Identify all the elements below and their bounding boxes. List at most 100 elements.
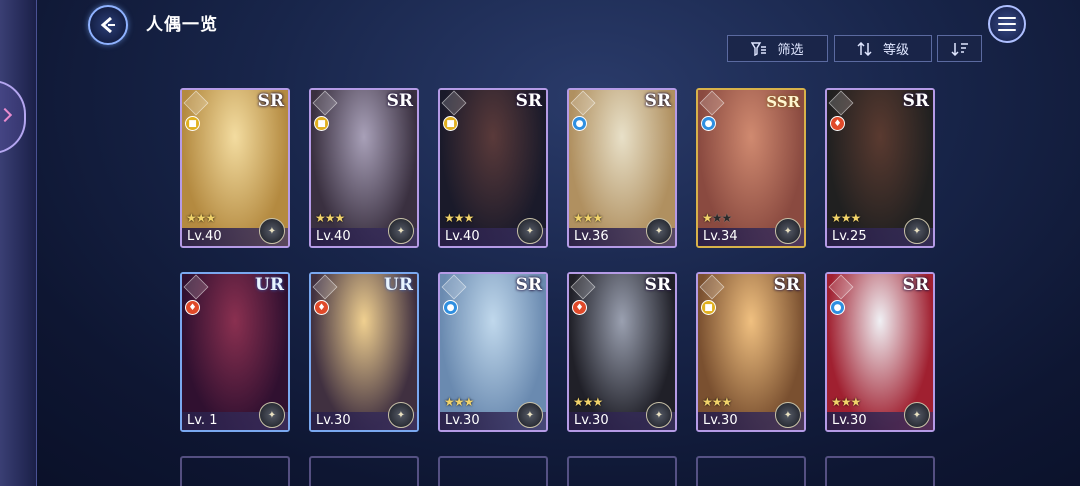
star-icon: ★	[463, 395, 475, 409]
star-icon: ★	[831, 211, 842, 225]
star-icon: ★	[453, 395, 465, 409]
card-partial[interactable]	[696, 456, 806, 486]
menu-button[interactable]	[988, 5, 1026, 43]
doll-card[interactable]: SR ● ★★★ Lv.36 ✦	[567, 88, 677, 248]
sort-arrows-icon	[857, 41, 872, 56]
water-element-icon: ●	[572, 116, 587, 131]
level-sort-label: 等级	[882, 43, 909, 58]
rarity-label: SR	[515, 275, 542, 295]
fire-element-icon: ♦	[830, 116, 845, 131]
star-rating: ★★★	[831, 395, 862, 409]
rarity-label: SR	[386, 91, 413, 111]
star-icon: ★	[573, 211, 584, 225]
doll-card[interactable]: SR ♦ ★★★ Lv.30 ✦	[567, 272, 677, 432]
star-icon: ★	[850, 211, 862, 225]
level-label: Lv.40	[187, 229, 222, 244]
star-icon: ★	[850, 395, 862, 409]
doll-card[interactable]: UR ♦ Lv.30 ✦	[309, 272, 419, 432]
level-label: Lv.30	[703, 413, 738, 428]
star-rating: ★★★	[573, 211, 604, 225]
level-label: Lv.25	[832, 229, 867, 244]
light-element-icon: ■	[701, 300, 716, 315]
star-icon: ★	[711, 211, 723, 225]
faction-emblem-icon: ✦	[646, 402, 672, 428]
star-icon: ★	[592, 211, 604, 225]
star-icon: ★	[711, 395, 723, 409]
rarity-label: SR	[902, 91, 929, 111]
faction-emblem-icon: ✦	[388, 402, 414, 428]
fire-element-icon: ♦	[572, 300, 587, 315]
rarity-label: SR	[644, 91, 671, 111]
side-panel	[0, 0, 37, 486]
star-rating: ★★★	[444, 395, 475, 409]
doll-card[interactable]: UR ♦ Lv. 1 ✦	[180, 272, 290, 432]
water-element-icon: ●	[443, 300, 458, 315]
card-partial[interactable]	[567, 456, 677, 486]
level-label: Lv.34	[703, 229, 738, 244]
star-icon: ★	[205, 211, 217, 225]
faction-emblem-icon: ✦	[775, 218, 801, 244]
star-icon: ★	[463, 211, 475, 225]
star-icon: ★	[573, 395, 584, 409]
faction-emblem-icon: ✦	[646, 218, 672, 244]
faction-emblem-icon: ✦	[904, 218, 930, 244]
rarity-label: UR	[384, 275, 413, 295]
doll-card[interactable]: SR ■ ★★★ Lv.40 ✦	[438, 88, 548, 248]
star-icon: ★	[831, 395, 842, 409]
rarity-label: SR	[773, 275, 800, 295]
star-icon: ★	[840, 211, 852, 225]
doll-card[interactable]: SR ■ ★★★ Lv.30 ✦	[696, 272, 806, 432]
star-icon: ★	[195, 211, 207, 225]
sort-descending-icon	[950, 42, 968, 56]
doll-card[interactable]: SR ● ★★★ Lv.30 ✦	[825, 272, 935, 432]
level-label: Lv.30	[832, 413, 867, 428]
star-icon: ★	[702, 211, 713, 225]
rarity-label: SR	[515, 91, 542, 111]
card-partial[interactable]	[180, 456, 290, 486]
water-element-icon: ●	[701, 116, 716, 131]
star-rating: ★★★	[315, 211, 346, 225]
rarity-label: SR	[644, 275, 671, 295]
card-partial[interactable]	[438, 456, 548, 486]
filter-button[interactable]: 筛选	[727, 35, 828, 62]
star-rating: ★★★	[186, 211, 217, 225]
doll-card[interactable]: SR ● ★★★ Lv.30 ✦	[438, 272, 548, 432]
faction-emblem-icon: ✦	[775, 402, 801, 428]
back-arrow-icon	[100, 16, 115, 34]
level-label: Lv.36	[574, 229, 609, 244]
star-icon: ★	[453, 211, 465, 225]
back-button[interactable]	[88, 5, 128, 45]
level-label: Lv.40	[316, 229, 351, 244]
star-icon: ★	[324, 211, 336, 225]
level-label: Lv.30	[574, 413, 609, 428]
light-element-icon: ■	[185, 116, 200, 131]
rarity-label: SR	[902, 275, 929, 295]
faction-emblem-icon: ✦	[259, 402, 285, 428]
doll-card[interactable]: SR ♦ ★★★ Lv.25 ✦	[825, 88, 935, 248]
card-partial[interactable]	[825, 456, 935, 486]
doll-card[interactable]: SR ■ ★★★ Lv.40 ✦	[309, 88, 419, 248]
doll-card[interactable]: SR ■ ★★★ Lv.40 ✦	[180, 88, 290, 248]
doll-card[interactable]: SSR ● ★★★ Lv.34 ✦	[696, 88, 806, 248]
star-icon: ★	[315, 211, 326, 225]
star-rating: ★★★	[444, 211, 475, 225]
card-partial[interactable]	[309, 456, 419, 486]
star-icon: ★	[444, 211, 455, 225]
filter-icon	[751, 41, 767, 56]
star-icon: ★	[840, 395, 852, 409]
side-panel-toggle[interactable]	[0, 80, 26, 154]
menu-icon	[998, 17, 1016, 19]
rarity-label: UR	[255, 275, 284, 295]
level-sort-button[interactable]: 等级	[834, 35, 932, 62]
star-icon: ★	[334, 211, 346, 225]
rarity-label: SSR	[766, 93, 800, 111]
level-label: Lv.40	[445, 229, 480, 244]
star-icon: ★	[582, 395, 594, 409]
star-icon: ★	[444, 395, 455, 409]
star-icon: ★	[186, 211, 197, 225]
star-icon: ★	[721, 395, 733, 409]
faction-emblem-icon: ✦	[517, 218, 543, 244]
water-element-icon: ●	[830, 300, 845, 315]
level-label: Lv.30	[445, 413, 480, 428]
sort-order-button[interactable]	[937, 35, 982, 62]
